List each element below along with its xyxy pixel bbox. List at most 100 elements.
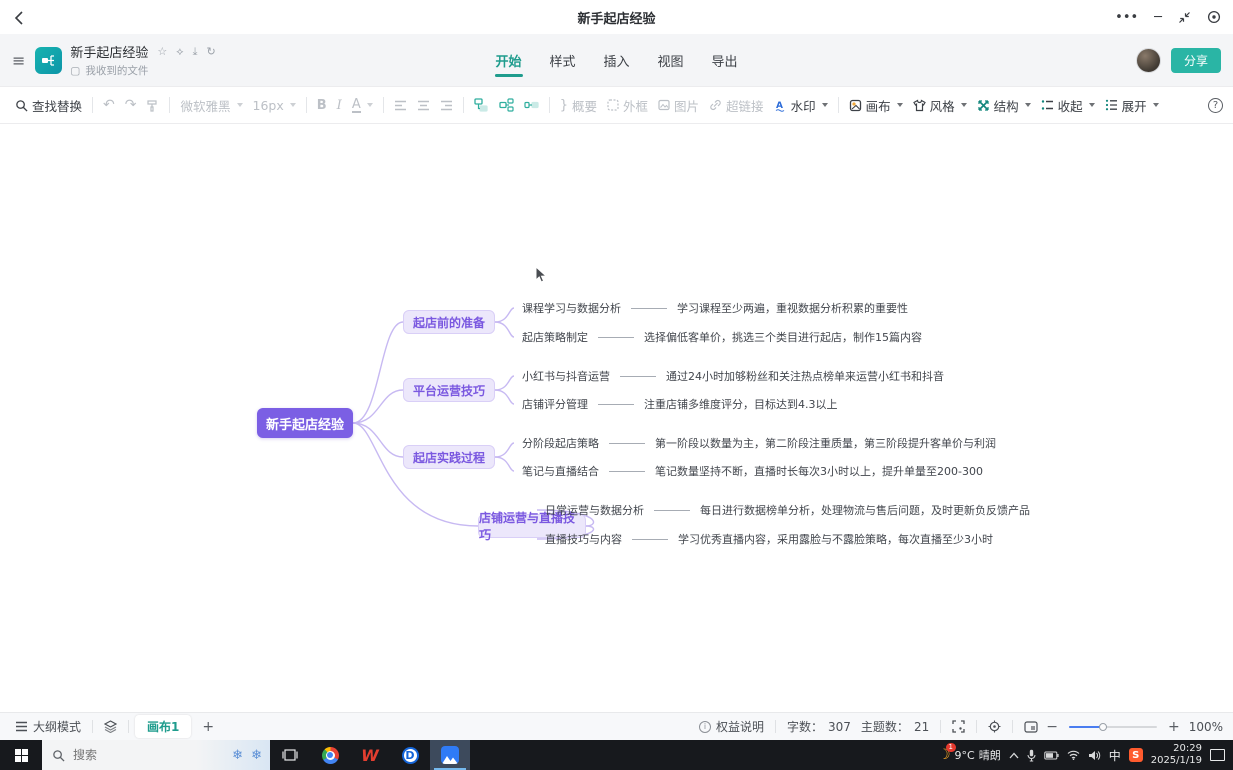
more-options-button[interactable]: ••• bbox=[1115, 11, 1138, 24]
mindmap-topic[interactable]: 日常运营与数据分析 bbox=[545, 502, 644, 518]
expand-button[interactable]: 展开 bbox=[1100, 92, 1164, 119]
download-icon[interactable]: ⤓ bbox=[193, 45, 198, 59]
history-icon[interactable]: ↻ bbox=[206, 45, 215, 58]
rights-info-button[interactable]: i 权益说明 bbox=[694, 716, 769, 737]
wps-app-button[interactable]: W bbox=[350, 740, 390, 770]
collapse-button[interactable]: 收起 bbox=[1036, 92, 1100, 119]
zoom-slider[interactable] bbox=[1069, 726, 1157, 728]
volume-tray-icon[interactable] bbox=[1088, 750, 1101, 761]
mindmap-branch-node[interactable]: 平台运营技巧 bbox=[403, 378, 495, 402]
mindmap-desc[interactable]: 注重店铺多维度评分，目标达到4.3以上 bbox=[644, 396, 838, 412]
mindmap-topic[interactable]: 店铺评分管理 bbox=[522, 396, 588, 412]
tray-expand-button[interactable] bbox=[1009, 752, 1019, 759]
fit-screen-button[interactable] bbox=[947, 718, 970, 735]
microphone-tray-icon[interactable] bbox=[1027, 749, 1036, 762]
mindmap-canvas[interactable]: 新手起店经验 起店前的准备 课程学习与数据分析 学习课程至少两遍，重视数据分析积累的重… bbox=[0, 124, 1233, 712]
mindmap-topic[interactable]: 分阶段起店策略 bbox=[522, 435, 599, 451]
battery-tray-icon[interactable] bbox=[1044, 751, 1059, 760]
mindmap-branch-node[interactable]: 起店前的准备 bbox=[403, 310, 495, 334]
tab-insert[interactable]: 插入 bbox=[602, 45, 630, 76]
minimap-button[interactable] bbox=[1019, 719, 1043, 735]
taskbar-search[interactable]: ❄ ❄ bbox=[42, 740, 270, 770]
insert-sibling-topic-button[interactable] bbox=[469, 94, 494, 116]
d-app-button[interactable]: D bbox=[390, 740, 430, 770]
summary-button[interactable]: }概要 bbox=[555, 92, 602, 119]
tab-style[interactable]: 样式 bbox=[548, 45, 576, 76]
insert-child-topic-button[interactable] bbox=[494, 94, 519, 116]
add-canvas-button[interactable]: + bbox=[199, 719, 217, 735]
restore-button[interactable] bbox=[1178, 11, 1191, 24]
mindmap-topic[interactable]: 课程学习与数据分析 bbox=[522, 300, 621, 316]
mindmap-desc[interactable]: 第一阶段以数量为主，第二阶段注重质量，第三阶段提升客单价与利润 bbox=[655, 435, 996, 451]
close-button[interactable] bbox=[1207, 10, 1221, 24]
style-button[interactable]: 风格 bbox=[908, 92, 972, 119]
search-icon bbox=[15, 99, 28, 112]
topic-count-label: 主题数： bbox=[861, 718, 909, 735]
structure-button[interactable]: 结构 bbox=[972, 92, 1036, 119]
hyperlink-button[interactable]: 超链接 bbox=[704, 92, 769, 119]
mindmap-topic[interactable]: 直播技巧与内容 bbox=[545, 531, 622, 547]
tab-view[interactable]: 视图 bbox=[657, 45, 685, 76]
clock-widget[interactable]: 20:29 2025/1/19 bbox=[1151, 743, 1202, 768]
font-family-select[interactable]: 微软雅黑 bbox=[175, 92, 247, 119]
tag-icon[interactable]: ⟡ bbox=[176, 45, 183, 59]
notification-center-button[interactable] bbox=[1210, 749, 1225, 761]
zoom-slider-knob[interactable] bbox=[1099, 723, 1107, 731]
watermark-button[interactable]: A 水印 bbox=[769, 92, 833, 119]
back-button[interactable] bbox=[14, 7, 36, 28]
mindmap-desc[interactable]: 笔记数量坚持不断，直播时长每次3小时以上，提升单量至200-300 bbox=[655, 463, 983, 479]
search-input[interactable] bbox=[73, 748, 173, 762]
mindmap-desc[interactable]: 学习课程至少两遍，重视数据分析积累的重要性 bbox=[677, 300, 908, 316]
font-size-select[interactable]: 16px bbox=[248, 94, 301, 117]
outline-mode-button[interactable]: 大纲模式 bbox=[10, 716, 86, 737]
ime-indicator[interactable]: 中 bbox=[1109, 747, 1121, 764]
canvas-button[interactable]: 画布 bbox=[844, 92, 908, 119]
start-button[interactable] bbox=[0, 740, 42, 770]
layers-button[interactable] bbox=[99, 718, 122, 735]
format-painter-button[interactable] bbox=[141, 95, 164, 116]
font-color-button[interactable]: A bbox=[347, 94, 378, 117]
mindmap-desc[interactable]: 选择偏低客单价，挑选三个类目进行起店，制作15篇内容 bbox=[644, 329, 922, 345]
sogou-ime-icon[interactable]: S bbox=[1129, 748, 1143, 762]
share-button[interactable]: 分享 bbox=[1171, 48, 1221, 73]
bold-button[interactable]: B bbox=[312, 94, 332, 117]
menu-button[interactable]: ≡ bbox=[12, 51, 25, 70]
star-icon[interactable]: ☆ bbox=[157, 45, 167, 58]
windows-logo-icon bbox=[15, 749, 28, 762]
mindmap-topic[interactable]: 起店策略制定 bbox=[522, 329, 588, 345]
chrome-app-button[interactable] bbox=[310, 740, 350, 770]
image-button[interactable]: 图片 bbox=[653, 92, 704, 119]
mindmap-root-node[interactable]: 新手起店经验 bbox=[257, 408, 353, 438]
align-center-button[interactable] bbox=[412, 96, 435, 115]
tab-start[interactable]: 开始 bbox=[494, 45, 522, 76]
weather-widget[interactable]: ☽1 9°C 晴朗 bbox=[938, 747, 1001, 763]
mindmap-desc[interactable]: 学习优秀直播内容，采用露脸与不露脸策略，每次直播至少3小时 bbox=[678, 531, 993, 547]
canvas-tab[interactable]: 画布1 bbox=[135, 715, 191, 738]
frame-button[interactable]: 外框 bbox=[602, 92, 653, 119]
app-logo[interactable] bbox=[35, 47, 62, 74]
align-left-button[interactable] bbox=[389, 96, 412, 115]
zoom-in-button[interactable]: + bbox=[1165, 719, 1183, 735]
word-count: 字数： 307 bbox=[782, 716, 856, 737]
italic-button[interactable]: I bbox=[332, 94, 347, 117]
redo-button[interactable]: ↷ bbox=[120, 93, 142, 117]
mindmap-app-button[interactable] bbox=[430, 740, 470, 770]
find-replace-button[interactable]: 查找替换 bbox=[10, 92, 87, 119]
user-avatar[interactable] bbox=[1136, 48, 1161, 73]
locate-center-button[interactable] bbox=[983, 718, 1006, 735]
help-button[interactable]: ? bbox=[1208, 98, 1223, 113]
task-view-button[interactable] bbox=[270, 740, 310, 770]
mindmap-topic[interactable]: 笔记与直播结合 bbox=[522, 463, 599, 479]
doc-location[interactable]: 我收到的文件 bbox=[85, 63, 148, 78]
zoom-out-button[interactable]: − bbox=[1043, 719, 1061, 735]
tab-export[interactable]: 导出 bbox=[711, 45, 739, 76]
undo-button[interactable]: ↶ bbox=[98, 93, 120, 117]
mindmap-desc[interactable]: 通过24小时加够粉丝和关注热点榜单来运营小红书和抖音 bbox=[666, 368, 944, 384]
wifi-tray-icon[interactable] bbox=[1067, 750, 1080, 760]
mindmap-desc[interactable]: 每日进行数据榜单分析，处理物流与售后问题，及时更新负反馈产品 bbox=[700, 502, 1030, 518]
insert-parent-topic-button[interactable] bbox=[519, 94, 544, 116]
minimize-button[interactable]: ─ bbox=[1154, 11, 1162, 24]
align-right-button[interactable] bbox=[435, 96, 458, 115]
mindmap-branch-node[interactable]: 起店实践过程 bbox=[403, 445, 495, 469]
mindmap-topic[interactable]: 小红书与抖音运营 bbox=[522, 368, 610, 384]
